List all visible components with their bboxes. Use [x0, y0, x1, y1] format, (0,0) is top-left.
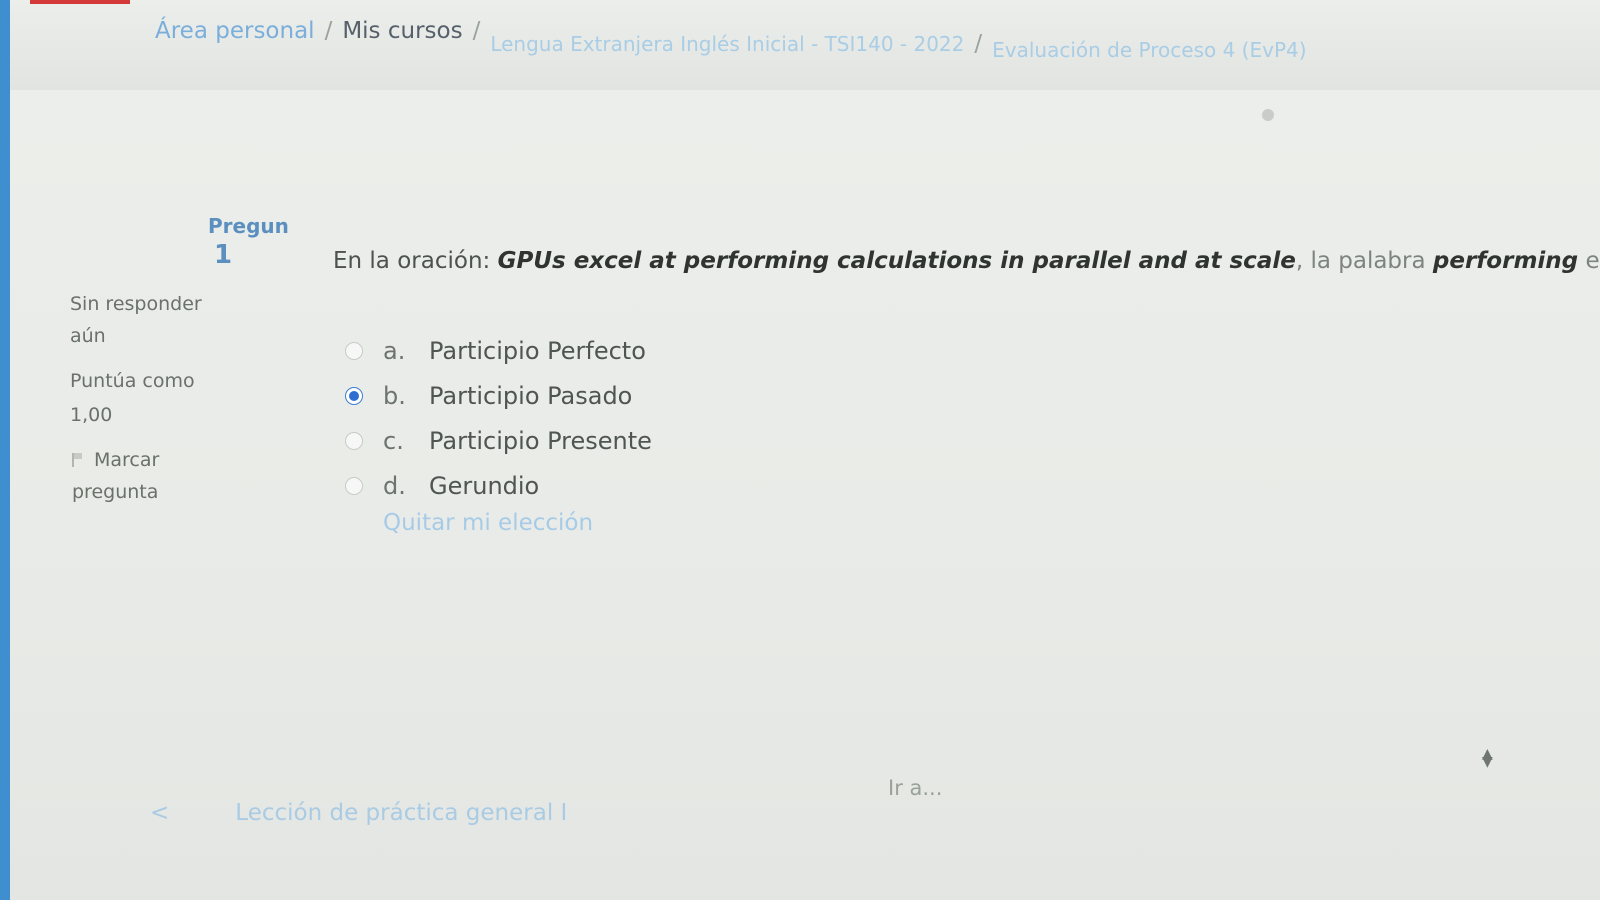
question-state: Sin responder aún — [70, 293, 202, 347]
breadcrumb-separator: / — [974, 31, 983, 57]
top-accent-bar — [30, 0, 130, 4]
question-number: Pregun 1 — [208, 214, 289, 270]
question-grade: Puntúa como 1,00 — [70, 370, 195, 426]
question-text-mid: , la palabra — [1295, 248, 1433, 274]
quiz-page: Área personal / Mis cursos / Lengua Extr… — [0, 0, 1600, 900]
question-keyword: performing — [1432, 248, 1579, 274]
breadcrumb-area-personal[interactable]: Área personal — [155, 18, 315, 44]
answer-label: Gerundio — [429, 471, 540, 500]
answer-label: Participio Pasado — [429, 381, 633, 410]
question-sentence: GPUs excel at performing calculations in… — [497, 248, 1296, 274]
jump-to-select[interactable]: Ir a... — [888, 776, 942, 800]
question-text-prefix: En la oración: — [333, 248, 498, 274]
answer-letter: d. — [383, 471, 406, 500]
radio-button-selected[interactable] — [345, 386, 363, 405]
answer-letter: a. — [383, 336, 406, 365]
answer-option-b[interactable]: b. Participio Pasado — [345, 373, 652, 418]
flag-question-label: Marcar pregunta — [72, 449, 160, 503]
radio-button[interactable] — [345, 476, 363, 495]
question-number-value: 1 — [214, 240, 233, 270]
answer-option-c[interactable]: c. Participio Presente — [345, 418, 652, 463]
radio-button[interactable] — [345, 341, 363, 360]
answer-letter: c. — [383, 426, 404, 455]
answer-label: Participio Presente — [429, 426, 652, 455]
radio-button[interactable] — [345, 431, 363, 450]
question-text-suffix: es: — [1585, 248, 1600, 274]
breadcrumb-mis-cursos[interactable]: Mis cursos — [342, 18, 462, 44]
previous-activity-link[interactable]: < Lección de práctica general I — [150, 800, 567, 826]
breadcrumb-course[interactable]: Lengua Extranjera Inglés Inicial - TSI14… — [490, 32, 964, 56]
breadcrumb-evaluation[interactable]: Evaluación de Proceso 4 (EvP4) — [992, 38, 1306, 62]
chevron-left-icon: < — [150, 800, 170, 826]
answer-option-d[interactable]: d. Gerundio — [345, 463, 652, 508]
question-label: Pregun — [208, 214, 289, 238]
answer-letter: b. — [383, 381, 406, 410]
answer-option-a[interactable]: a. Participio Perfecto — [345, 328, 652, 373]
left-sidebar-edge — [0, 0, 10, 900]
breadcrumb-separator: / — [472, 18, 481, 44]
answer-list: a. Participio Perfecto b. Participio Pas… — [345, 328, 652, 508]
select-arrows-icon[interactable]: ▲ ▼ — [1482, 747, 1493, 769]
gear-icon[interactable] — [1262, 109, 1274, 121]
breadcrumb-separator: / — [324, 18, 333, 44]
breadcrumb: Área personal / Mis cursos / Lengua Extr… — [155, 0, 1307, 62]
previous-activity-label: Lección de práctica general I — [235, 800, 568, 826]
flag-icon — [72, 453, 84, 467]
clear-choice-link[interactable]: Quitar mi elección — [383, 510, 593, 536]
flag-question-button[interactable]: Marcar pregunta — [72, 444, 242, 508]
answer-label: Participio Perfecto — [429, 336, 646, 365]
question-text: En la oración: GPUs excel at performing … — [333, 248, 1600, 274]
